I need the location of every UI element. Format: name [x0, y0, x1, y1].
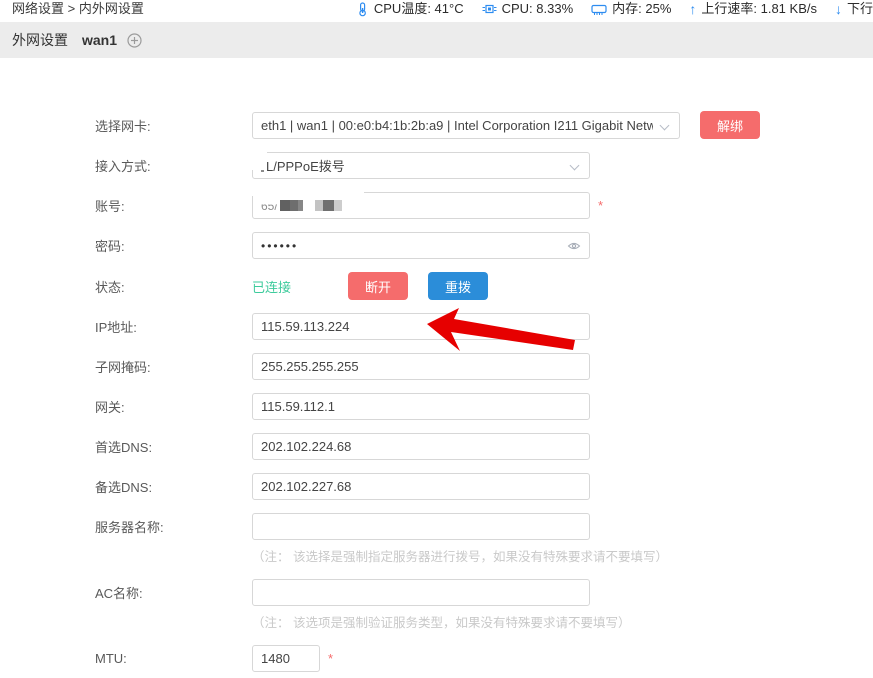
redial-button[interactable]: 重拨	[428, 272, 488, 300]
breadcrumb[interactable]: 网络设置 > 内外网设置	[12, 1, 144, 17]
dns2-row: 备选DNS:	[95, 473, 873, 500]
download-rate-stat: ↓ 下行	[835, 1, 873, 17]
upload-arrow-icon: ↑	[689, 1, 696, 17]
access-mode-select[interactable]: L/PPPoE拨号	[252, 152, 590, 179]
censor-pixel-block	[298, 200, 303, 211]
ac-name-input[interactable]	[252, 579, 590, 606]
dns2-label: 备选DNS:	[95, 477, 252, 496]
page-title: 外网设置	[12, 30, 68, 50]
memory-label: 内存: 25%	[612, 1, 671, 17]
gateway-input[interactable]	[252, 393, 590, 420]
password-row: 密码: ••••••	[95, 232, 873, 259]
ip-label: IP地址:	[95, 317, 252, 336]
nic-select[interactable]: eth1 | wan1 | 00:e0:b4:1b:2b:a9 | Intel …	[252, 112, 680, 139]
dns1-input[interactable]	[252, 433, 590, 460]
cpu-usage-stat: CPU: 8.33%	[482, 1, 574, 17]
circle-plus-icon[interactable]	[127, 33, 142, 48]
download-rate-label: 下行	[847, 1, 873, 17]
ac-name-note: （注： 该选项是强制验证服务类型，如果没有特殊要求请不要填写）	[252, 612, 873, 631]
status-row: 状态: 已连接 断开 重拨	[95, 272, 873, 300]
eye-icon[interactable]	[567, 240, 581, 252]
censor-pixel-block	[315, 200, 323, 211]
censor-pixel-block	[323, 200, 334, 211]
cpu-temp-label: CPU温度: 41°C	[374, 1, 464, 17]
mtu-input[interactable]	[252, 645, 320, 672]
status-badge: 已连接	[252, 277, 348, 296]
tab-wan1[interactable]: wan1	[82, 32, 117, 48]
memory-stat: 内存: 25%	[591, 1, 671, 17]
memory-icon	[591, 3, 607, 16]
required-asterisk: *	[328, 651, 333, 666]
password-input[interactable]: ••••••	[252, 232, 590, 259]
password-label: 密码:	[95, 236, 252, 255]
nic-row: 选择网卡: eth1 | wan1 | 00:e0:b4:1b:2b:a9 | …	[95, 111, 873, 139]
mtu-row: MTU: *	[95, 645, 873, 672]
wan-settings-form: 选择网卡: eth1 | wan1 | 00:e0:b4:1b:2b:a9 | …	[0, 58, 873, 672]
gateway-row: 网关:	[95, 393, 873, 420]
server-name-row: 服务器名称:	[95, 513, 873, 540]
required-asterisk: *	[598, 198, 603, 213]
password-dots: ••••••	[261, 239, 298, 253]
upload-rate-label: 上行速率: 1.81 KB/s	[701, 1, 817, 17]
top-status-bar: 网络设置 > 内外网设置 CPU温度: 41°C CPU: 8.33% 内存: …	[0, 0, 873, 22]
cpu-temp-stat: CPU温度: 41°C	[356, 1, 464, 17]
censor-white-patch	[252, 184, 364, 196]
access-mode-label: 接入方式:	[95, 156, 252, 175]
censor-white-patch	[251, 150, 267, 170]
ip-row: IP地址:	[95, 313, 873, 340]
netmask-input[interactable]	[252, 353, 590, 380]
thermometer-icon	[356, 2, 369, 17]
access-mode-row: 接入方式: L/PPPoE拨号	[95, 152, 873, 179]
cpu-usage-label: CPU: 8.33%	[502, 1, 574, 17]
download-arrow-icon: ↓	[835, 1, 842, 17]
account-label: 账号:	[95, 196, 252, 215]
ip-input[interactable]	[252, 313, 590, 340]
ac-name-label: AC名称:	[95, 583, 252, 602]
upload-rate-stat: ↑ 上行速率: 1.81 KB/s	[689, 1, 817, 17]
netmask-row: 子网掩码:	[95, 353, 873, 380]
cpu-chip-icon	[482, 2, 497, 16]
ac-name-row: AC名称:	[95, 579, 873, 606]
account-input[interactable]: 65/	[252, 192, 590, 219]
system-stats: CPU温度: 41°C CPU: 8.33% 内存: 25% ↑ 上行速率: 1…	[338, 1, 873, 17]
unbind-button[interactable]: 解绑	[700, 111, 760, 139]
account-partial-text: 65/	[261, 199, 278, 213]
disconnect-button[interactable]: 断开	[348, 272, 408, 300]
dns1-label: 首选DNS:	[95, 437, 252, 456]
mtu-label: MTU:	[95, 651, 252, 666]
gateway-label: 网关:	[95, 397, 252, 416]
chevron-down-icon	[660, 120, 670, 130]
dns1-row: 首选DNS:	[95, 433, 873, 460]
nic-label: 选择网卡:	[95, 116, 252, 135]
server-name-label: 服务器名称:	[95, 517, 252, 536]
censor-pixel-block	[334, 200, 342, 211]
status-label: 状态:	[95, 277, 252, 296]
server-name-note: （注： 该选择是强制指定服务器进行拨号，如果没有特殊要求请不要填写）	[252, 546, 873, 565]
account-row: 账号: 65/ *	[95, 192, 873, 219]
section-title-bar: 外网设置 wan1	[0, 22, 873, 58]
access-mode-value: L/PPPoE拨号	[261, 156, 563, 175]
netmask-label: 子网掩码:	[95, 357, 252, 376]
nic-select-value: eth1 | wan1 | 00:e0:b4:1b:2b:a9 | Intel …	[261, 118, 653, 133]
server-name-input[interactable]	[252, 513, 590, 540]
chevron-down-icon	[570, 161, 580, 171]
censor-pixel-block	[290, 200, 298, 211]
dns2-input[interactable]	[252, 473, 590, 500]
censor-pixel-block	[280, 200, 290, 211]
